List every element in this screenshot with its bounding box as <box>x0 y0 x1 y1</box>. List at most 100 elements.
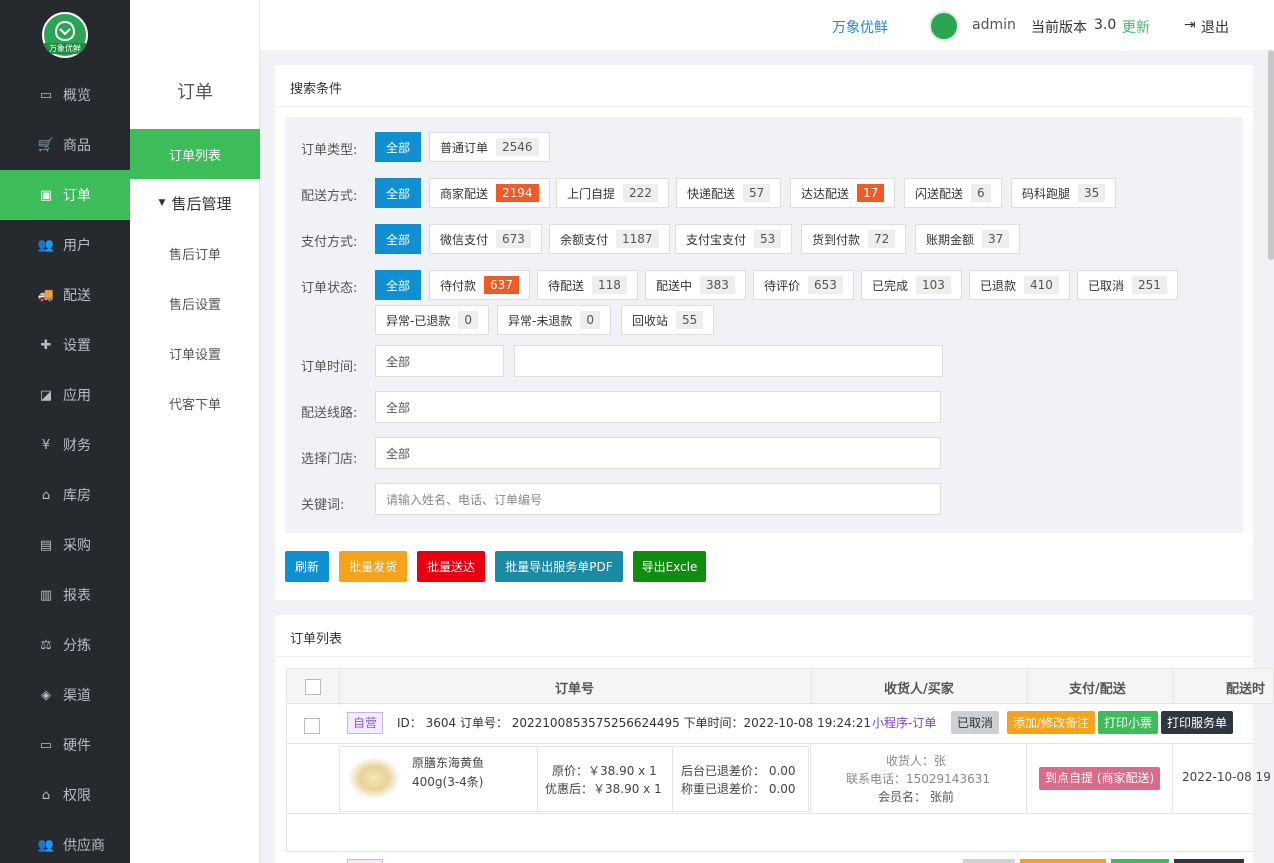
option-label: 异常-已退款 <box>386 313 451 328</box>
filter-payment-option[interactable]: 货到付款 72 <box>801 224 907 254</box>
print-service-button[interactable]: 打印服务单 <box>1161 711 1234 734</box>
filter-delivery-option[interactable]: 闪送配送 6 <box>904 178 1002 208</box>
filter-delivery-option[interactable]: 快递配送 57 <box>676 178 782 208</box>
self-operated-badge: 自营 <box>347 712 384 734</box>
filter-delivery-option[interactable]: 全部 <box>375 178 422 208</box>
logout-icon[interactable]: ⇥ <box>1184 17 1196 33</box>
receiver-name: 收货人：张 <box>886 754 947 768</box>
option-count-badge: 53 <box>754 230 782 248</box>
subnav-title: 订单 <box>177 82 213 103</box>
brand-logo[interactable]: 万象优鲜 <box>42 12 88 58</box>
option-label: 闪送配送 <box>915 186 964 201</box>
filter-status-option[interactable]: 异常-已退款 0 <box>375 305 489 335</box>
subnav-item-aftersale-orders[interactable]: 售后订单 <box>130 228 260 278</box>
product-cell <box>339 746 809 812</box>
option-label: 全部 <box>386 278 411 293</box>
sidebar-item-2[interactable]: ▣ 订单 <box>0 170 130 220</box>
sidebar-item-7[interactable]: ¥ 财务 <box>0 420 130 470</box>
order-spacer-row <box>286 814 1254 852</box>
desktop-icon: ▭ <box>39 737 53 753</box>
status-badge: 已取消 <box>951 711 1000 734</box>
filter-delivery-option[interactable]: 上门自提 222 <box>556 178 669 208</box>
page-scrollbar[interactable] <box>1268 50 1274 260</box>
next-note-button[interactable] <box>1020 859 1106 863</box>
sidebar-item-label: 用户 <box>63 238 91 254</box>
export-pdf-button[interactable]: 批量导出服务单PDF <box>495 551 623 582</box>
date-range-input[interactable] <box>514 345 943 377</box>
sidebar-item-label: 分拣 <box>63 638 91 654</box>
filter-status-option[interactable]: 待配送 118 <box>537 270 638 300</box>
subnav-item-order-list[interactable]: 订单列表 <box>130 129 260 179</box>
order-checkbox[interactable] <box>304 718 320 734</box>
filter-delivery-option[interactable]: 商家配送 2194 <box>429 178 550 208</box>
sidebar-item-0[interactable]: ▭ 概览 <box>0 70 130 120</box>
filter-payment-option[interactable]: 微信支付 673 <box>429 224 542 254</box>
option-count-badge: 1187 <box>616 230 659 248</box>
subnav-item-order-settings[interactable]: 订单设置 <box>130 328 260 378</box>
keyword-input[interactable]: 请输入姓名、电话、订单编号 <box>375 483 941 515</box>
sidebar-item-5[interactable]: ✚ 设置 <box>0 320 130 370</box>
sidebar-item-10[interactable]: ▥ 报表 <box>0 570 130 620</box>
sidebar-item-12[interactable]: ◈ 渠道 <box>0 670 130 720</box>
export-excel-button[interactable]: 导出Excle <box>633 551 706 582</box>
sidebar-item-9[interactable]: ▤ 采购 <box>0 520 130 570</box>
sidebar-item-15[interactable]: 👥 供应商 <box>0 820 130 863</box>
shop-name-link[interactable]: 万象优鲜 <box>832 17 888 37</box>
refresh-button[interactable]: 刷新 <box>285 551 329 582</box>
update-link[interactable]: 更新 <box>1122 17 1150 37</box>
filter-order_type-option[interactable]: 普通订单 2546 <box>429 132 550 162</box>
filter-status-option[interactable]: 配送中 383 <box>645 270 746 300</box>
option-count-badge: 118 <box>592 276 627 294</box>
sidebar-item-label: 订单 <box>63 188 91 204</box>
subnav-item-proxy-order[interactable]: 代客下单 <box>130 378 260 428</box>
subnav-item-aftersale-settings[interactable]: 售后设置 <box>130 278 260 328</box>
route-select[interactable]: 全部 <box>375 391 941 423</box>
filter-payment-option[interactable]: 支付宝支付 53 <box>675 224 793 254</box>
sidebar-item-14[interactable]: ⌂ 权限 <box>0 770 130 820</box>
sidebar-item-6[interactable]: ◪ 应用 <box>0 370 130 420</box>
sidebar-item-4[interactable]: 🚚 配送 <box>0 270 130 320</box>
filter-status-option[interactable]: 回收站 55 <box>621 305 715 335</box>
sidebar-item-11[interactable]: ⚖ 分拣 <box>0 620 130 670</box>
edit-note-button[interactable]: 添加/修改备注 <box>1007 711 1096 734</box>
sidebar-item-3[interactable]: 👥 用户 <box>0 220 130 270</box>
filter-status-option[interactable]: 待评价 653 <box>753 270 854 300</box>
filter-delivery-option[interactable]: 码科跑腿 35 <box>1011 178 1117 208</box>
sidebar-item-label: 财务 <box>63 438 91 454</box>
logout-link[interactable]: 退出 <box>1201 17 1229 37</box>
filter-payment-option[interactable]: 全部 <box>375 224 422 254</box>
filter-status-option[interactable]: 异常-未退款 0 <box>497 305 611 335</box>
filter-delivery-option[interactable]: 达达配送 17 <box>790 178 896 208</box>
filter-status-option[interactable]: 已完成 103 <box>861 270 962 300</box>
filter-status-option[interactable]: 全部 <box>375 270 422 300</box>
filter-status-option[interactable]: 待付款 637 <box>429 270 530 300</box>
option-count-badge: 37 <box>982 230 1010 248</box>
avatar[interactable] <box>929 11 959 41</box>
user-name[interactable]: admin <box>972 17 1016 33</box>
subnav-group-aftersale[interactable]: ▼ 售后管理 <box>130 178 260 228</box>
store-select[interactable]: 全部 <box>375 437 941 469</box>
option-count-badge: 6 <box>971 184 991 202</box>
option-label: 已取消 <box>1088 278 1125 293</box>
next-ticket-button[interactable] <box>1111 859 1169 863</box>
sidebar-item-1[interactable]: 🛒 商品 <box>0 120 130 170</box>
filter-status-option[interactable]: 已取消 251 <box>1077 270 1178 300</box>
filter-order_type-option[interactable]: 全部 <box>375 132 422 162</box>
sidebar-item-label: 供应商 <box>63 838 105 854</box>
sidebar-item-13[interactable]: ▭ 硬件 <box>0 720 130 770</box>
receiver-phone: 联系电话：15029143631 <box>846 772 990 786</box>
filter-payment-option[interactable]: 账期金额 37 <box>915 224 1021 254</box>
filter-payment-option[interactable]: 余额支付 1187 <box>549 224 670 254</box>
print-ticket-button[interactable]: 打印小票 <box>1098 711 1159 734</box>
pickup-badge: 到点自提 (商家配送) <box>1039 767 1161 790</box>
select-all-checkbox[interactable] <box>305 679 321 695</box>
sidebar-item-8[interactable]: ⌂ 库房 <box>0 470 130 520</box>
option-label: 微信支付 <box>440 232 489 247</box>
option-label: 已退款 <box>980 278 1017 293</box>
time-range-select[interactable]: 全部 <box>375 345 504 377</box>
filter-status-option[interactable]: 已退款 410 <box>969 270 1070 300</box>
option-label: 达达配送 <box>801 186 850 201</box>
next-service-button[interactable] <box>1174 859 1244 863</box>
batch-deliver-button[interactable]: 批量送达 <box>417 551 485 582</box>
batch-ship-button[interactable]: 批量发货 <box>339 551 407 582</box>
